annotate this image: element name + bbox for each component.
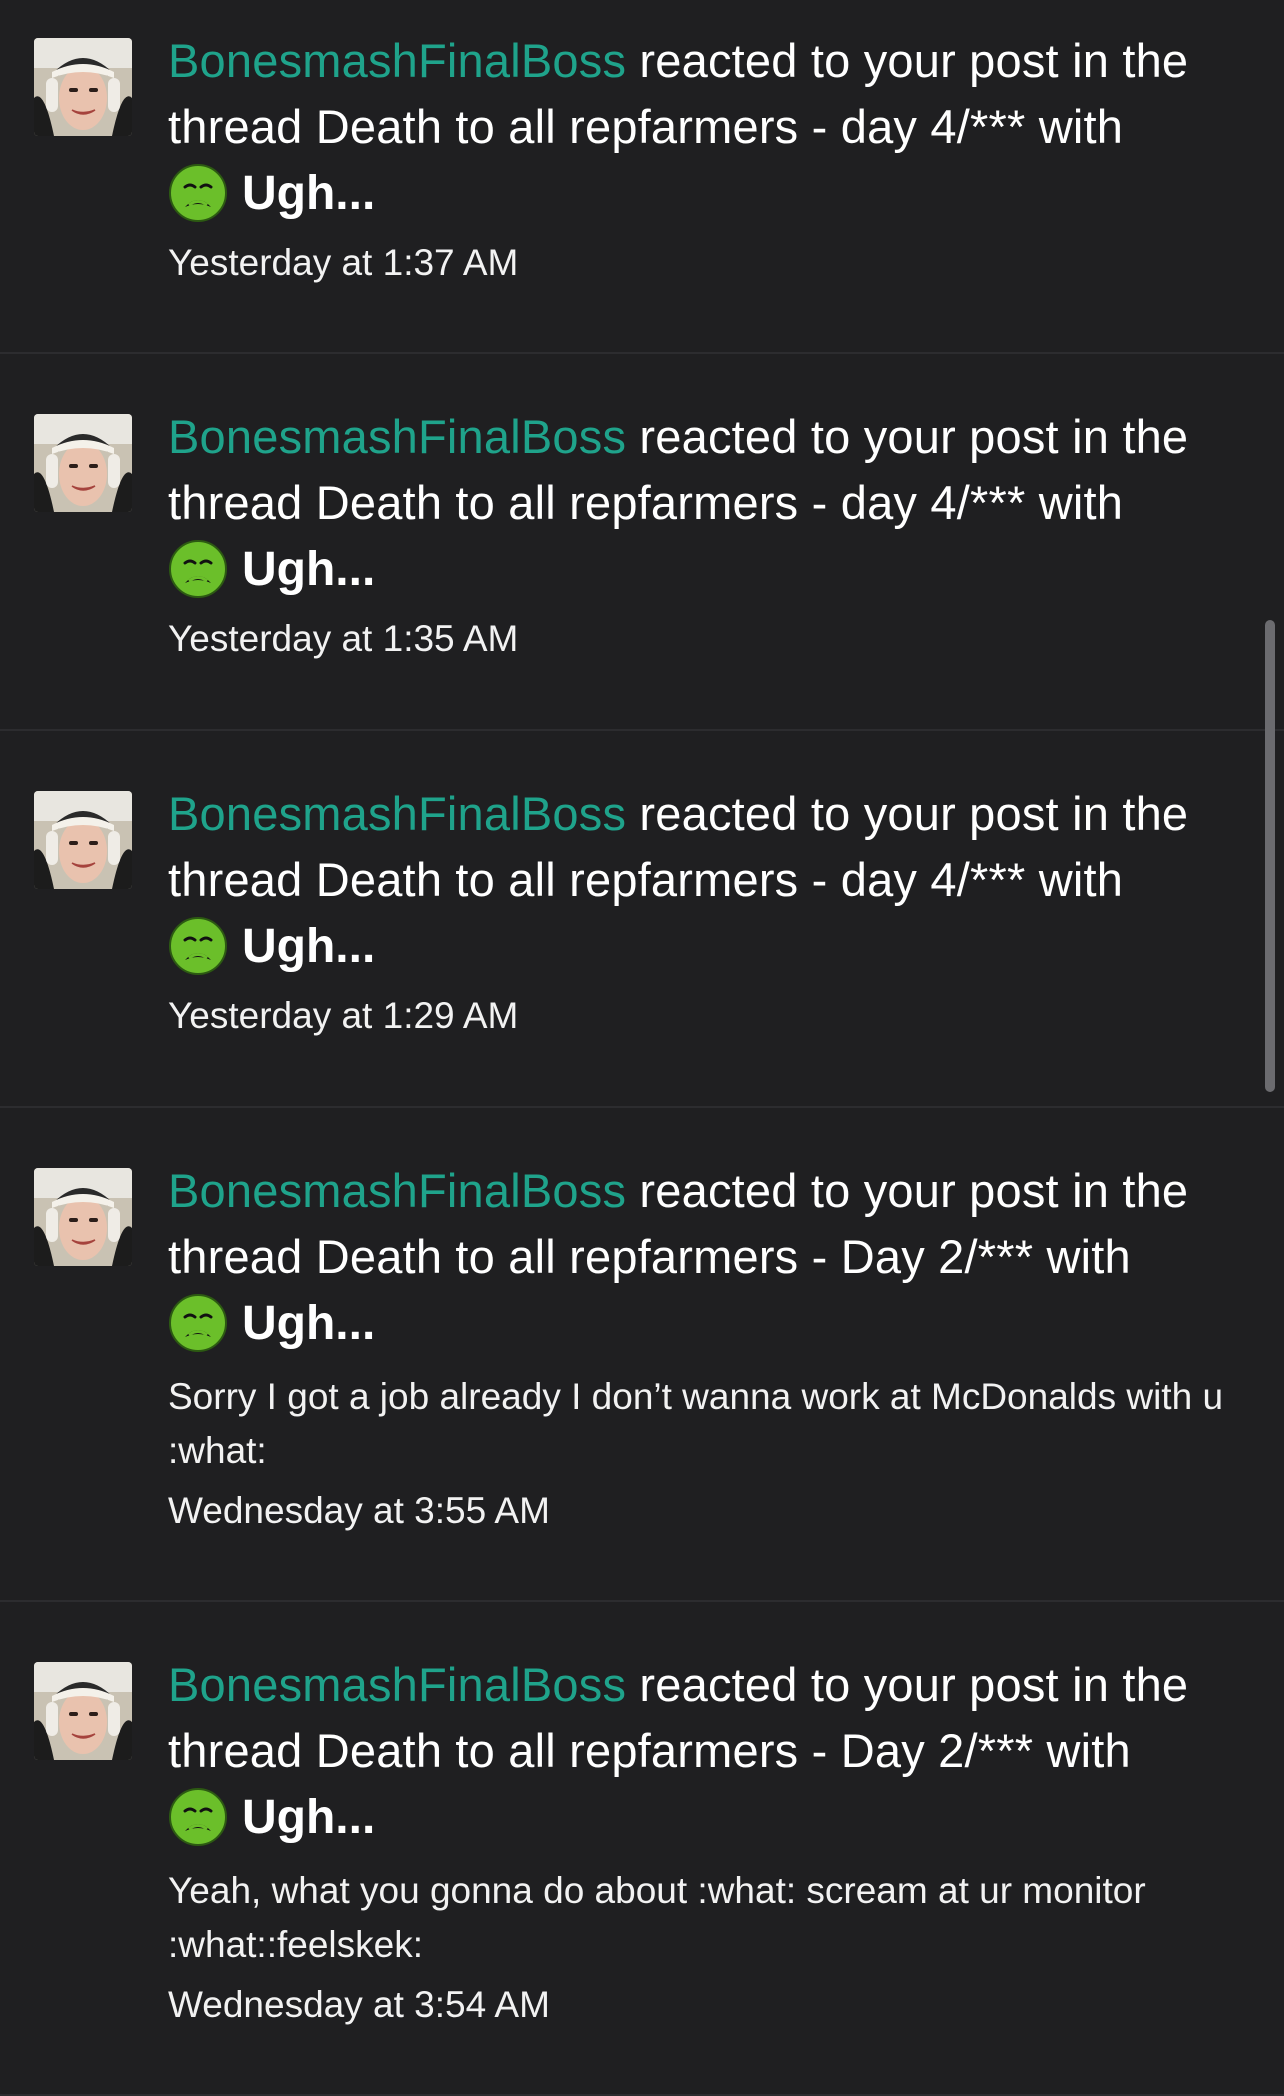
avatar-image: [34, 791, 132, 889]
notification-headline: BonesmashFinalBoss reacted to your post …: [168, 28, 1224, 160]
notification-item[interactable]: BonesmashFinalBoss reacted to your post …: [0, 354, 1284, 731]
scrollbar[interactable]: [1265, 620, 1275, 1092]
notification-content: BonesmashFinalBoss reacted to your post …: [168, 1158, 1224, 1536]
with-text: with: [1025, 853, 1124, 906]
avatar-image: [34, 38, 132, 136]
thread-title-link[interactable]: Death to all repfarmers - Day 2/***: [316, 1724, 1034, 1777]
nauseated-face-icon: [168, 1293, 228, 1353]
notification-headline: BonesmashFinalBoss reacted to your post …: [168, 404, 1224, 536]
notification-headline: BonesmashFinalBoss reacted to your post …: [168, 1158, 1224, 1290]
reaction-label: Ugh...: [242, 919, 376, 973]
username-link[interactable]: BonesmashFinalBoss: [168, 1658, 626, 1711]
avatar-image: [34, 414, 132, 512]
username-link[interactable]: BonesmashFinalBoss: [168, 410, 626, 463]
thread-title-link[interactable]: Death to all repfarmers - day 4/***: [316, 853, 1026, 906]
notification-content: BonesmashFinalBoss reacted to your post …: [168, 1652, 1224, 2030]
with-text: with: [1033, 1724, 1131, 1777]
notification-headline: BonesmashFinalBoss reacted to your post …: [168, 1652, 1224, 1784]
reaction-label: Ugh...: [242, 542, 376, 596]
timestamp: Yesterday at 1:29 AM: [168, 995, 519, 1036]
avatar-image: [34, 1168, 132, 1266]
notification-item[interactable]: BonesmashFinalBoss reacted to your post …: [0, 1108, 1284, 1602]
user-avatar[interactable]: [34, 38, 132, 136]
notification-content: BonesmashFinalBoss reacted to your post …: [168, 781, 1224, 1041]
reaction-label: Ugh...: [242, 166, 376, 220]
post-snippet: Sorry I got a job already I don’t wanna …: [168, 1376, 1224, 1471]
with-text: with: [1025, 100, 1124, 153]
thread-title-link[interactable]: Death to all repfarmers - Day 2/***: [316, 1230, 1034, 1283]
user-avatar[interactable]: [34, 791, 132, 889]
user-avatar[interactable]: [34, 1168, 132, 1266]
timestamp: Wednesday at 3:55 AM: [168, 1490, 550, 1531]
reaction: Ugh...: [168, 1784, 1224, 1850]
user-avatar[interactable]: [34, 414, 132, 512]
notification-content: BonesmashFinalBoss reacted to your post …: [168, 404, 1224, 664]
reaction: Ugh...: [168, 160, 1224, 226]
user-avatar[interactable]: [34, 1662, 132, 1760]
notification-item[interactable]: BonesmashFinalBoss reacted to your post …: [0, 731, 1284, 1108]
nauseated-face-icon: [168, 539, 228, 599]
timestamp: Wednesday at 3:54 AM: [168, 1984, 550, 2025]
reaction-label: Ugh...: [242, 1790, 376, 1844]
notification-item[interactable]: BonesmashFinalBoss reacted to your post …: [0, 0, 1284, 354]
username-link[interactable]: BonesmashFinalBoss: [168, 1164, 626, 1217]
with-text: with: [1033, 1230, 1131, 1283]
notification-list: BonesmashFinalBoss reacted to your post …: [0, 0, 1284, 2096]
reaction-label: Ugh...: [242, 1296, 376, 1350]
nauseated-face-icon: [168, 1787, 228, 1847]
post-snippet: Yeah, what you gonna do about :what: scr…: [168, 1870, 1146, 1965]
username-link[interactable]: BonesmashFinalBoss: [168, 787, 626, 840]
username-link[interactable]: BonesmashFinalBoss: [168, 34, 626, 87]
nauseated-face-icon: [168, 916, 228, 976]
timestamp: Yesterday at 1:37 AM: [168, 242, 519, 283]
with-text: with: [1025, 476, 1124, 529]
notification-headline: BonesmashFinalBoss reacted to your post …: [168, 781, 1224, 913]
notification-content: BonesmashFinalBoss reacted to your post …: [168, 28, 1224, 288]
thread-title-link[interactable]: Death to all repfarmers - day 4/***: [316, 100, 1026, 153]
reaction: Ugh...: [168, 536, 1224, 602]
reaction: Ugh...: [168, 913, 1224, 979]
nauseated-face-icon: [168, 163, 228, 223]
thread-title-link[interactable]: Death to all repfarmers - day 4/***: [316, 476, 1026, 529]
avatar-image: [34, 1662, 132, 1760]
reaction: Ugh...: [168, 1290, 1224, 1356]
timestamp: Yesterday at 1:35 AM: [168, 618, 519, 659]
notification-item[interactable]: BonesmashFinalBoss reacted to your post …: [0, 1602, 1284, 2096]
